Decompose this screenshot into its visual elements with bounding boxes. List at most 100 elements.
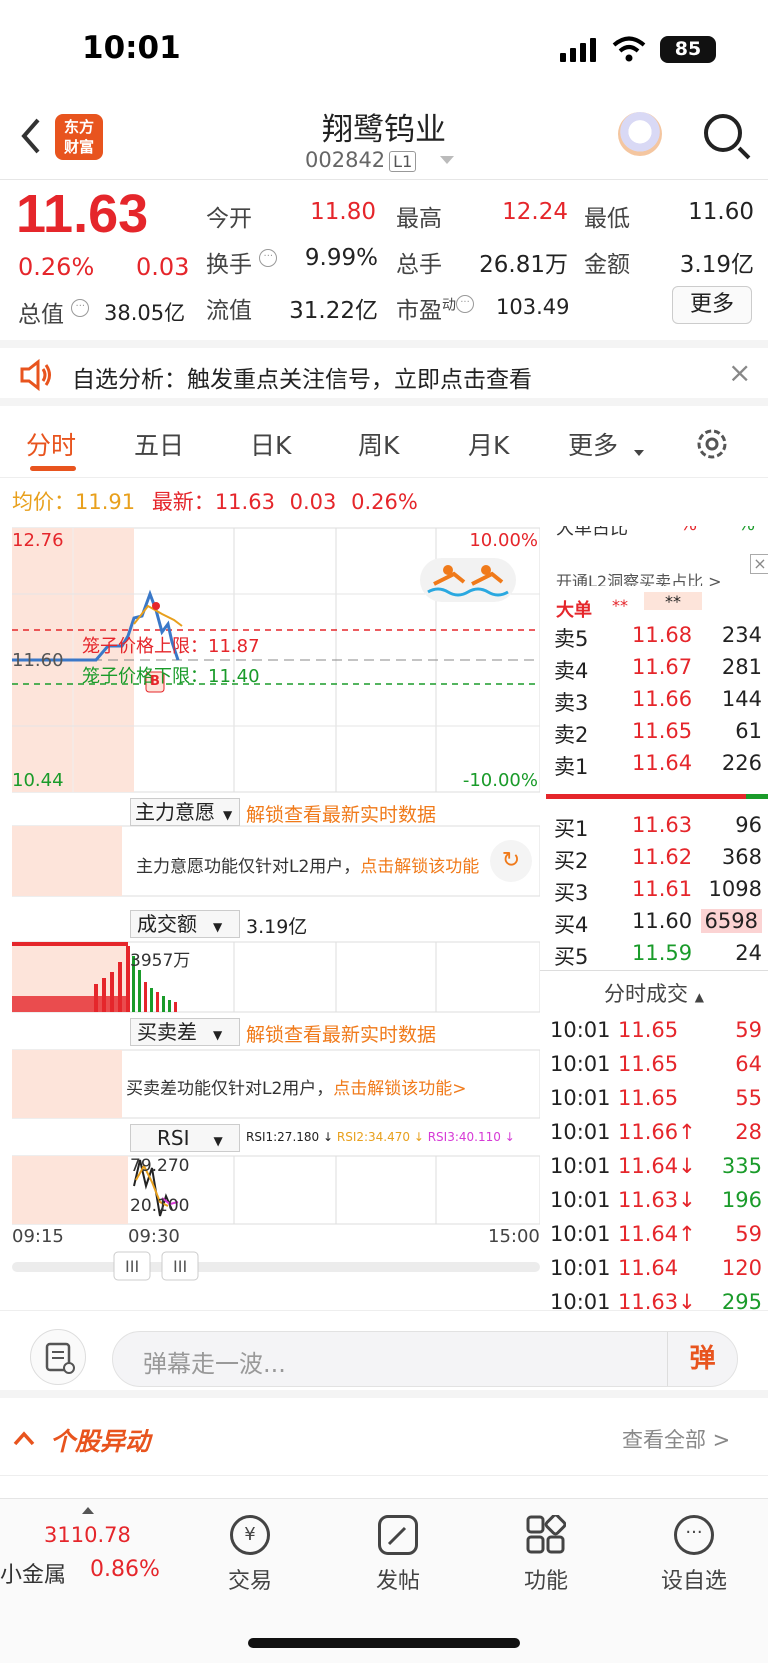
trade-row: 10:01 11.63↓ 196	[540, 1184, 768, 1218]
ask-row-5[interactable]: 卖5 11.68 234	[540, 620, 768, 652]
l2-promo[interactable]: 大单占比 % % 开通L2洞察买卖占比 >	[540, 526, 768, 586]
ask-row-3[interactable]: 卖3 11.66 144	[540, 684, 768, 716]
trade-price: 11.64	[618, 1256, 679, 1280]
trade-price: 11.65	[618, 1052, 679, 1076]
panel3-select[interactable]: 买卖差 ▼	[130, 1018, 240, 1046]
danmaku-input[interactable]: 弹幕走一波... 弹	[112, 1331, 738, 1387]
trade-time: 10:01	[550, 1052, 611, 1076]
ask-row-1[interactable]: 卖1 11.64 226	[540, 748, 768, 780]
tab-weekly-k[interactable]: 周K	[358, 426, 399, 462]
tab-daily-k[interactable]: 日K	[250, 426, 291, 462]
trade-time: 10:01	[550, 1120, 611, 1144]
time-start: 09:15	[12, 1226, 64, 1247]
rsi-top: 79.270	[130, 1156, 190, 1176]
bid-vol: 368	[721, 845, 762, 869]
gear-icon[interactable]	[694, 426, 730, 462]
unlock-icon[interactable]: ↻	[490, 840, 532, 882]
index-value[interactable]: 3110.78	[44, 1523, 131, 1547]
swim-icon[interactable]	[420, 558, 516, 602]
bid-row-5[interactable]: 买5 11.59 24	[540, 938, 768, 970]
search-icon[interactable]	[704, 114, 742, 152]
index-name[interactable]: 小金属	[0, 1557, 66, 1589]
close-icon[interactable]: ×	[728, 356, 751, 389]
tab-monthly-k[interactable]: 月K	[468, 426, 509, 462]
panel1-unlock[interactable]: 解锁查看最新实时数据	[246, 800, 436, 827]
nav-bar: 东方 财富 翔鹭钨业 002842 L1	[0, 96, 768, 180]
mktcap-label-text: 总值	[18, 302, 64, 328]
intraday-chart[interactable]: III III 12.76 11.60 10.44 10.00% -10.00%…	[12, 526, 540, 1306]
avg-price-row: 均价：11.91 最新：11.63 0.03 0.26%	[12, 486, 418, 516]
info-icon[interactable]: ···	[71, 299, 90, 317]
nav-trade[interactable]: ¥ 交易	[200, 1515, 300, 1595]
panel4-select[interactable]: RSI ▼	[130, 1124, 240, 1152]
trade-time: 10:01	[550, 1188, 611, 1212]
comment-list-icon[interactable]	[30, 1329, 86, 1385]
rsi-values: RSI1:27.180 ↓ RSI2:34.470 ↓ RSI3:40.110 …	[246, 1130, 515, 1144]
comment-bar: 弹幕走一波... 弹	[0, 1310, 768, 1398]
trade-row: 10:01 11.66↑ 28	[540, 1116, 768, 1150]
panel1-select[interactable]: 主力意愿 ▼	[130, 798, 240, 826]
movers-header[interactable]: 个股异动 查看全部 >	[0, 1406, 768, 1476]
movers-link[interactable]: 查看全部 >	[622, 1424, 730, 1454]
stock-code[interactable]: 002842 L1	[305, 148, 417, 172]
ask-label: 卖2	[554, 723, 589, 747]
edit-icon	[378, 1515, 418, 1555]
grid-icon	[526, 1513, 567, 1555]
bid-row-2[interactable]: 买2 11.62 368	[540, 842, 768, 874]
nav-post-label: 发帖	[375, 1569, 420, 1594]
assistant-robot-icon[interactable]	[618, 112, 662, 156]
turnover-label[interactable]: 换手 ···	[206, 245, 278, 279]
big-ratio-label: 大单占比	[556, 526, 628, 539]
tab-more[interactable]: 更多	[568, 426, 618, 462]
bid-vol: 96	[735, 813, 762, 837]
close-icon[interactable]: ×	[750, 554, 768, 574]
turnover-value: 9.99%	[304, 245, 378, 271]
trade-time: 10:01	[550, 1154, 611, 1178]
panel2-select[interactable]: 成交额 ▼	[130, 910, 240, 938]
trade-time: 10:01	[550, 1222, 611, 1246]
panel3-msg[interactable]: 买卖差功能仅针对L2用户，点击解锁该功能>	[126, 1074, 467, 1099]
pct-top-label: 10.00%	[469, 530, 538, 551]
signal-icon	[560, 38, 598, 62]
banner-text: 自选分析：触发重点关注信号，立即点击查看	[72, 367, 532, 393]
analysis-banner[interactable]: 自选分析：触发重点关注信号，立即点击查看 ×	[0, 340, 768, 406]
trade-price: 11.65	[618, 1086, 679, 1110]
info-icon[interactable]: ···	[456, 295, 474, 313]
last-value: 11.63	[214, 490, 275, 514]
trades-title[interactable]: 分时成交 ▲	[540, 978, 768, 1008]
panel1-msg[interactable]: 主力意愿功能仅针对L2用户，点击解锁该功能	[136, 852, 479, 877]
last-pct: 0.26%	[351, 490, 418, 514]
nav-add-watch[interactable]: ··· 设自选	[644, 1515, 744, 1595]
more-button[interactable]: 更多	[672, 286, 752, 324]
danmaku-placeholder: 弹幕走一波...	[143, 1350, 286, 1378]
bid-row-4[interactable]: 买4 11.60 6598	[540, 906, 768, 938]
ask-price: 11.64	[632, 751, 693, 775]
bid-vol: 24	[735, 941, 762, 965]
panel3-unlock[interactable]: 解锁查看最新实时数据	[246, 1020, 436, 1047]
panel3-link[interactable]: 点击解锁该功能>	[333, 1079, 466, 1099]
buy-badge[interactable]: B	[150, 674, 160, 689]
ask-row-2[interactable]: 卖2 11.65 61	[540, 716, 768, 748]
tab-intraday[interactable]: 分时	[26, 426, 76, 462]
info-icon[interactable]: ···	[259, 249, 278, 267]
level-badge: L1	[389, 151, 417, 172]
chevron-down-icon[interactable]	[440, 156, 454, 164]
nav-post[interactable]: 发帖	[348, 1515, 448, 1595]
nav-function[interactable]: 功能	[496, 1513, 596, 1595]
volume-value: 26.81万	[479, 252, 568, 278]
panel2-select-text: 成交额	[137, 912, 197, 936]
pe-label[interactable]: 市盈动 ···	[396, 291, 474, 325]
chevron-up-icon[interactable]	[12, 1426, 36, 1450]
ask-label: 卖4	[554, 659, 589, 683]
panel1-link[interactable]: 点击解锁该功能	[360, 857, 479, 877]
mktcap-value: 38.05亿	[104, 301, 186, 325]
tab-five-day[interactable]: 五日	[134, 426, 184, 462]
danmaku-button[interactable]: 弹	[667, 1332, 737, 1386]
bid-row-3[interactable]: 买3 11.61 1098	[540, 874, 768, 906]
ask-row-4[interactable]: 卖4 11.67 281	[540, 652, 768, 684]
chevron-down-icon: ▼	[213, 1134, 223, 1148]
high-value: 12.24	[502, 199, 568, 225]
bid-row-1[interactable]: 买1 11.63 96	[540, 810, 768, 842]
bid-vol: 6598	[700, 909, 762, 933]
mktcap-label[interactable]: 总值 ···	[18, 295, 90, 329]
